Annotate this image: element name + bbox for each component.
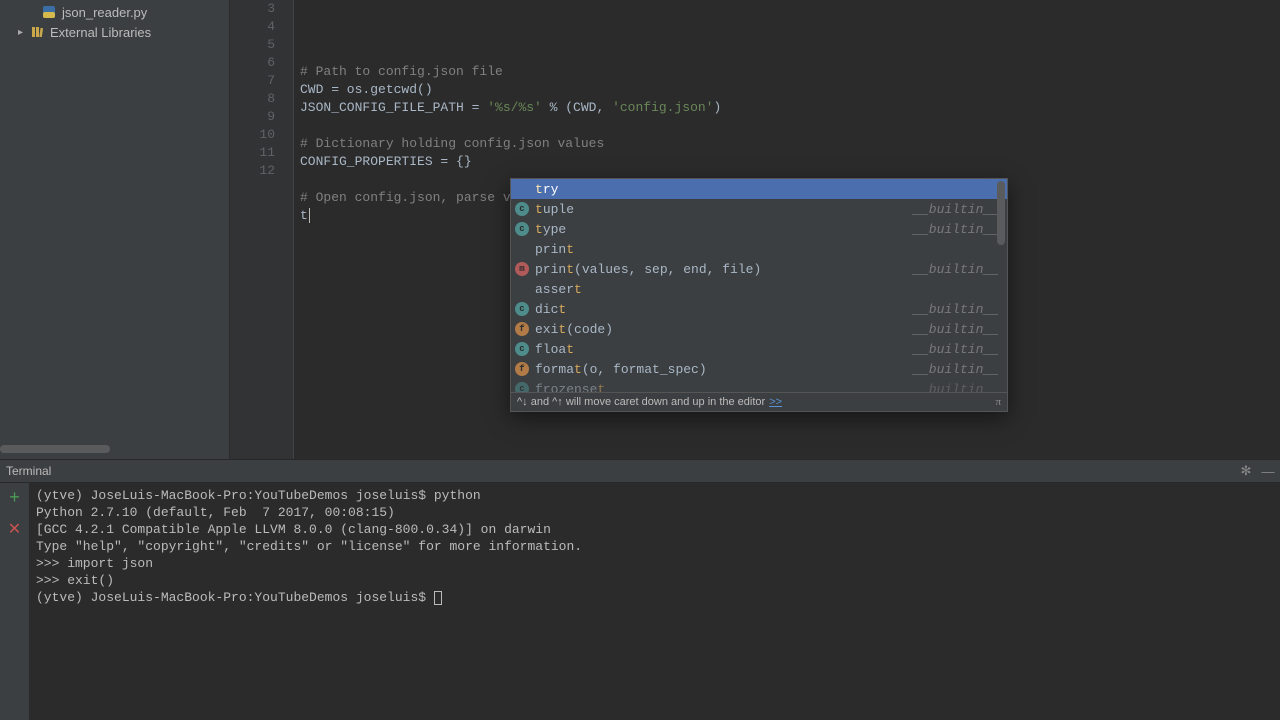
completion-scrollbar[interactable]: [997, 181, 1005, 245]
completion-label: assert: [535, 282, 999, 297]
gutter-line-number: 12: [230, 162, 293, 180]
function-icon: f: [515, 362, 529, 376]
terminal-output[interactable]: (ytve) JoseLuis-MacBook-Pro:YouTubeDemos…: [30, 483, 1280, 720]
completion-hint-text: ^↓ and ^↑ will move caret down and up in…: [517, 396, 765, 408]
keyword-icon: [515, 282, 529, 296]
chevron-right-icon: ▸: [18, 27, 28, 38]
gutter-line-number: 9: [230, 108, 293, 126]
code-line: [300, 45, 1280, 63]
gutter-line-number: 11: [230, 144, 293, 162]
keyword-icon: [515, 182, 529, 196]
completion-label: print(values, sep, end, file): [535, 262, 913, 277]
tree-external-libraries[interactable]: ▸ External Libraries: [0, 22, 229, 42]
library-icon: [30, 25, 44, 39]
completion-item[interactable]: f exit(code)__builtin__: [511, 319, 1007, 339]
terminal-title: Terminal: [6, 464, 51, 478]
completion-item[interactable]: ctuple__builtin__: [511, 199, 1007, 219]
terminal-line: (ytve) JoseLuis-MacBook-Pro:YouTubeDemos…: [36, 487, 1274, 504]
tree-external-libraries-label: External Libraries: [50, 25, 151, 40]
minimize-icon[interactable]: —: [1260, 463, 1276, 479]
completion-origin: __builtin__: [913, 202, 999, 217]
terminal-line: (ytve) JoseLuis-MacBook-Pro:YouTubeDemos…: [36, 589, 1274, 606]
completion-item[interactable]: c frozenset__builtin__: [511, 379, 1007, 392]
code-line: # Dictionary holding config.json values: [300, 135, 1280, 153]
completion-label: dict: [535, 302, 913, 317]
python-file-icon: [42, 5, 56, 19]
class-icon: c: [515, 302, 529, 316]
terminal-line: >>> import json: [36, 555, 1274, 572]
gutter-line-number: 4: [230, 18, 293, 36]
terminal-line: Type "help", "copyright", "credits" or "…: [36, 538, 1274, 555]
gutter-line-number: 6: [230, 54, 293, 72]
completion-item[interactable]: cfloat__builtin__: [511, 339, 1007, 359]
completion-item[interactable]: f format(o, format_spec)__builtin__: [511, 359, 1007, 379]
class-icon: c: [515, 342, 529, 356]
tree-file-json-reader[interactable]: json_reader.py: [0, 2, 229, 22]
completion-origin: __builtin__: [913, 362, 999, 377]
close-terminal-icon[interactable]: ✕: [8, 519, 21, 539]
sidebar-horizontal-scrollbar[interactable]: [0, 445, 110, 453]
completion-item[interactable]: print: [511, 239, 1007, 259]
completion-hint-link[interactable]: >>: [769, 396, 782, 408]
gutter-line-number: 7: [230, 72, 293, 90]
keyword-icon: [515, 242, 529, 256]
completion-footer: ^↓ and ^↑ will move caret down and up in…: [511, 392, 1007, 411]
completion-origin: __builtin__: [913, 342, 999, 357]
pi-icon: π: [995, 396, 1001, 408]
completion-label: float: [535, 342, 913, 357]
code-line: JSON_CONFIG_FILE_PATH = '%s/%s' % (CWD, …: [300, 99, 1280, 117]
class-icon: c: [515, 222, 529, 236]
completion-list[interactable]: tryctuple__builtin__ctype__builtin__prin…: [511, 179, 1007, 392]
editor-gutter: 3456789101112: [230, 0, 294, 459]
code-line: CWD = os.getcwd(): [300, 81, 1280, 99]
class-icon: c: [515, 382, 529, 392]
gutter-line-number: 8: [230, 90, 293, 108]
completion-item[interactable]: cdict__builtin__: [511, 299, 1007, 319]
gutter-line-number: 10: [230, 126, 293, 144]
completion-label: format(o, format_spec): [535, 362, 913, 377]
gutter-line-number: 5: [230, 36, 293, 54]
code-editor[interactable]: 3456789101112 # Path to config.json file…: [230, 0, 1280, 459]
tree-file-label: json_reader.py: [62, 5, 147, 20]
completion-item[interactable]: ctype__builtin__: [511, 219, 1007, 239]
code-line: CONFIG_PROPERTIES = {}: [300, 153, 1280, 171]
completion-label: frozenset: [535, 382, 913, 393]
completion-item[interactable]: m print(values, sep, end, file)__builtin_…: [511, 259, 1007, 279]
completion-label: try: [535, 182, 999, 197]
code-line: [300, 117, 1280, 135]
completion-item[interactable]: try: [511, 179, 1007, 199]
new-terminal-icon[interactable]: +: [9, 489, 20, 509]
completion-origin: __builtin__: [913, 302, 999, 317]
terminal-line: [GCC 4.2.1 Compatible Apple LLVM 8.0.0 (…: [36, 521, 1274, 538]
terminal-line: >>> exit(): [36, 572, 1274, 589]
completion-label: type: [535, 222, 913, 237]
code-completion-popup[interactable]: tryctuple__builtin__ctype__builtin__prin…: [510, 178, 1008, 412]
class-icon: c: [515, 202, 529, 216]
completion-item[interactable]: assert: [511, 279, 1007, 299]
terminal-toolwindow-header[interactable]: Terminal ✻ —: [0, 459, 1280, 483]
method-icon: m: [515, 262, 529, 276]
completion-label: exit(code): [535, 322, 913, 337]
settings-icon[interactable]: ✻: [1238, 463, 1254, 479]
completion-label: tuple: [535, 202, 913, 217]
terminal-side-toolbar: + ✕: [0, 483, 30, 720]
completion-origin: __builtin__: [913, 262, 999, 277]
project-sidebar[interactable]: json_reader.py ▸ External Libraries: [0, 0, 230, 459]
completion-origin: __builtin__: [913, 322, 999, 337]
gutter-line-number: 3: [230, 0, 293, 18]
completion-label: print: [535, 242, 999, 257]
completion-origin: __builtin__: [913, 382, 999, 393]
function-icon: f: [515, 322, 529, 336]
code-line: # Path to config.json file: [300, 63, 1280, 81]
terminal-line: Python 2.7.10 (default, Feb 7 2017, 00:0…: [36, 504, 1274, 521]
completion-origin: __builtin__: [913, 222, 999, 237]
